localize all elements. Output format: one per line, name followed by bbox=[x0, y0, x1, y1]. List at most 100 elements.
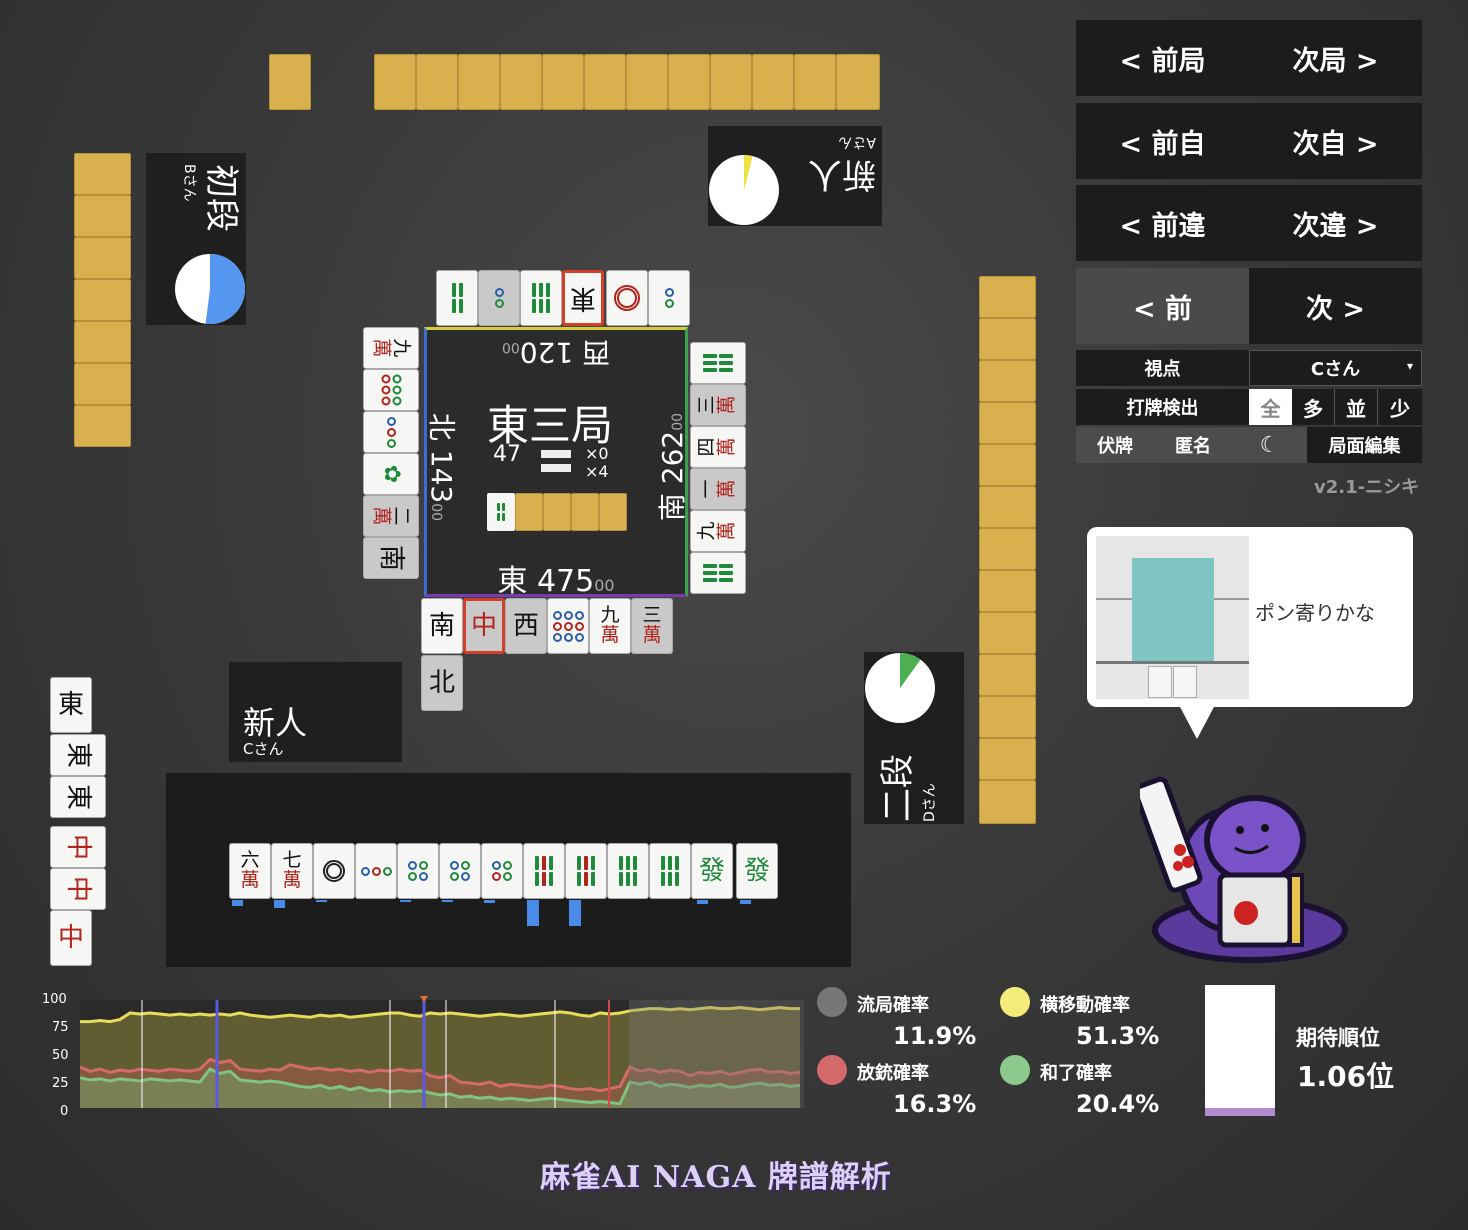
top-player-box: 新人 Aさん bbox=[708, 126, 882, 226]
tile-back bbox=[416, 54, 458, 110]
tile-3-pin bbox=[363, 411, 419, 453]
left-player-rank: 初段 bbox=[201, 164, 241, 232]
riichi-count: ×4 bbox=[585, 462, 609, 481]
tile-2-pin bbox=[478, 270, 520, 326]
tile-9-man: 九萬 bbox=[690, 510, 746, 552]
right-player-box: 二段 Dさん bbox=[864, 652, 964, 824]
naga-mascot-icon bbox=[1133, 770, 1360, 970]
tile-back bbox=[979, 486, 1036, 528]
anonymous-button[interactable]: 匿名 bbox=[1154, 427, 1232, 463]
next-button[interactable]: 次 > bbox=[1249, 268, 1422, 344]
tile-1-pin[interactable] bbox=[313, 843, 355, 899]
tiles-left: 47 bbox=[493, 442, 521, 467]
tile-back bbox=[979, 360, 1036, 402]
tile-back bbox=[979, 780, 1036, 824]
tile-green-dragon[interactable]: 發 bbox=[736, 843, 778, 899]
prev-round-button[interactable]: < 前局 bbox=[1076, 20, 1249, 96]
tile-back bbox=[269, 54, 311, 110]
right-player-pie bbox=[864, 652, 936, 724]
round-nav-row: < 前局 次局 > bbox=[1076, 20, 1422, 96]
ytick-label: 50 bbox=[52, 1048, 69, 1063]
tile-back bbox=[74, 153, 131, 195]
dora-indicator-tile bbox=[487, 493, 515, 531]
yoko-value: 51.3% bbox=[1076, 1022, 1160, 1050]
step-nav-row: < 前 次 > bbox=[1076, 268, 1422, 344]
tile-4-pin[interactable] bbox=[397, 843, 439, 899]
tile-back bbox=[836, 54, 880, 110]
tile-back bbox=[74, 321, 131, 363]
eval-bar bbox=[232, 900, 243, 906]
eval-bar bbox=[316, 900, 327, 902]
next-diff-button[interactable]: 次違 > bbox=[1249, 185, 1422, 261]
tile-6-sou[interactable] bbox=[565, 843, 607, 899]
tile-back bbox=[500, 54, 542, 110]
yoko-dot bbox=[1000, 987, 1030, 1017]
eval-bar bbox=[527, 900, 539, 926]
tile-back bbox=[979, 318, 1036, 360]
tile-1-sou: ✿ bbox=[363, 453, 419, 495]
next-round-button[interactable]: 次局 > bbox=[1249, 20, 1422, 96]
ytick-label: 25 bbox=[52, 1076, 69, 1091]
tile-back bbox=[74, 363, 131, 405]
houjuu-label: 放銃確率 bbox=[857, 1063, 929, 1084]
prev-diff-button[interactable]: < 前違 bbox=[1076, 185, 1249, 261]
self-player-handle: Cさん bbox=[243, 740, 284, 758]
houjuu-dot bbox=[817, 1055, 847, 1085]
honba-count: ×0 bbox=[585, 444, 609, 463]
left-player-box: 初段 Bさん bbox=[146, 153, 246, 325]
eval-bar bbox=[442, 900, 453, 902]
expected-rank-fill bbox=[1205, 1108, 1275, 1116]
tile-green-dragon[interactable]: 發 bbox=[691, 843, 733, 899]
agari-label: 和了確率 bbox=[1040, 1063, 1112, 1084]
tile-8-sou[interactable] bbox=[649, 843, 691, 899]
prev-self-button[interactable]: < 前自 bbox=[1076, 103, 1249, 179]
tile-6-sou[interactable] bbox=[523, 843, 565, 899]
tile-1-man: 一萬 bbox=[690, 468, 746, 510]
tile-back bbox=[794, 54, 836, 110]
detect-option-few[interactable]: 少 bbox=[1378, 389, 1422, 425]
detect-option-all[interactable]: 全 bbox=[1249, 389, 1292, 425]
tile-9-man: 九萬 bbox=[589, 598, 631, 654]
yoko-label: 横移動確率 bbox=[1040, 995, 1130, 1016]
tile-back bbox=[74, 237, 131, 279]
next-self-button[interactable]: 次自 > bbox=[1249, 103, 1422, 179]
tile-back bbox=[979, 276, 1036, 318]
viewpoint-value: Cさん bbox=[1310, 359, 1361, 380]
detect-option-many[interactable]: 多 bbox=[1292, 389, 1335, 425]
hide-tiles-button[interactable]: 伏牌 bbox=[1076, 427, 1154, 463]
center-board: 西 12000 北 14300 南 26200 東 47500 東三局 47 ×… bbox=[424, 327, 689, 599]
tile-8-sou bbox=[690, 342, 746, 384]
moon-icon[interactable]: ☾ bbox=[1232, 427, 1307, 463]
eval-bar bbox=[697, 900, 708, 904]
top-player-rank: 新人 bbox=[808, 154, 876, 194]
probability-chart: 100 75 50 25 0 bbox=[30, 990, 810, 1120]
tile-6-man[interactable]: 六萬 bbox=[229, 843, 271, 899]
tile-3-pin[interactable] bbox=[355, 843, 397, 899]
tile-8-sou[interactable] bbox=[607, 843, 649, 899]
tile-south: 南 bbox=[363, 537, 419, 579]
tile-5-pin[interactable] bbox=[481, 843, 523, 899]
tile-back bbox=[979, 696, 1036, 738]
tile-7-pin bbox=[363, 369, 419, 411]
tile-back bbox=[752, 54, 794, 110]
naga-logo: 麻雀AI NAGA 牌譜解析 bbox=[540, 1160, 892, 1195]
tile-east: 東 bbox=[562, 270, 604, 326]
tile-back bbox=[979, 444, 1036, 486]
edit-position-button[interactable]: 局面編集 bbox=[1307, 427, 1422, 463]
tile-back bbox=[458, 54, 500, 110]
tile-back bbox=[584, 54, 626, 110]
tile-8-sou bbox=[520, 270, 562, 326]
chart-plot[interactable] bbox=[80, 996, 804, 1116]
agari-dot bbox=[1000, 1055, 1030, 1085]
detect-row: 打牌検出 全 多 並 少 bbox=[1076, 389, 1422, 425]
tile-4-pin[interactable] bbox=[439, 843, 481, 899]
tile-7-man[interactable]: 七萬 bbox=[271, 843, 313, 899]
viewpoint-select[interactable]: Cさん ▾ bbox=[1249, 350, 1422, 386]
eval-bar bbox=[484, 900, 495, 903]
ryukyoku-dot bbox=[817, 987, 847, 1017]
detect-option-normal[interactable]: 並 bbox=[1335, 389, 1378, 425]
advice-chart bbox=[1096, 536, 1249, 699]
prev-button[interactable]: < 前 bbox=[1076, 268, 1249, 344]
seat-south-score: 南 26200 bbox=[656, 412, 689, 522]
tile-back bbox=[979, 402, 1036, 444]
